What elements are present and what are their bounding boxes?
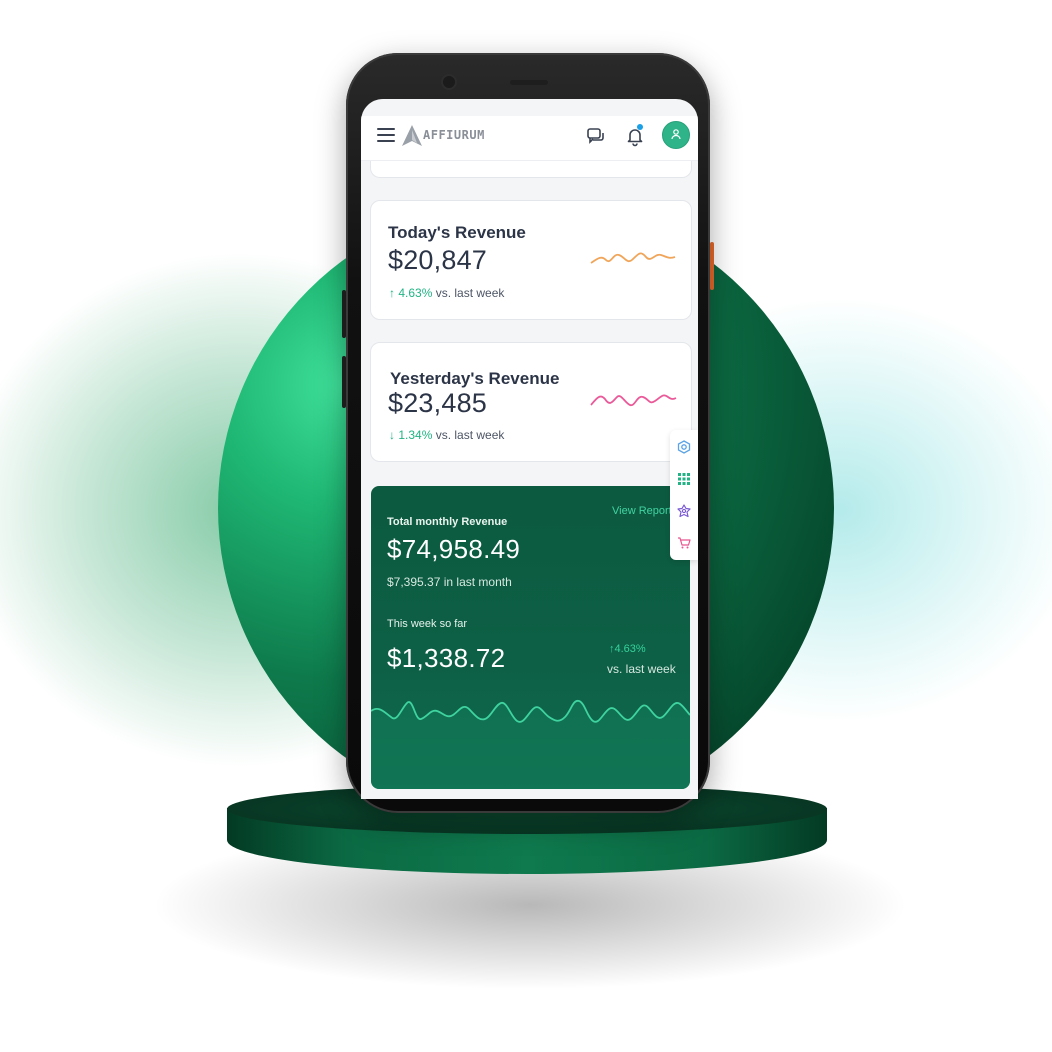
todays-revenue-compare: vs. last week xyxy=(432,286,505,300)
view-report-link[interactable]: View Report xyxy=(612,505,672,517)
apps-grid-icon[interactable] xyxy=(677,472,691,486)
yesterdays-revenue-title: Yesterday's Revenue xyxy=(390,369,560,388)
monthly-revenue-total: $74,958.49 xyxy=(387,534,521,564)
todays-revenue-card: Today's Revenue $20,847 ↑ 4.63% vs. last… xyxy=(370,200,692,320)
last-month-label: in last month xyxy=(440,575,512,589)
todays-revenue-title: Today's Revenue xyxy=(388,223,526,242)
last-month-value: $7,395.37 xyxy=(387,575,441,589)
todays-revenue-value: $20,847 xyxy=(388,245,487,275)
todays-revenue-change: ↑ 4.63% vs. last week xyxy=(389,286,504,300)
floating-toolbar xyxy=(670,430,698,560)
yesterdays-revenue-change: ↓ 1.34% vs. last week xyxy=(389,428,504,442)
front-camera xyxy=(443,76,455,88)
user-avatar[interactable] xyxy=(662,121,690,149)
logo-icon xyxy=(402,125,422,146)
phone-power-button xyxy=(710,242,714,290)
yesterdays-revenue-compare: vs. last week xyxy=(432,428,505,442)
week-compare-label: vs. last week xyxy=(607,662,676,676)
phone-screen: AFFIURUM Today's Revenue $20,847 ↑ 4.63%… xyxy=(361,99,698,799)
settings-icon[interactable] xyxy=(677,440,691,454)
week-change-percent: ↑4.63% xyxy=(609,643,646,655)
monthly-revenue-card: Total monthly Revenue View Report $74,95… xyxy=(371,486,690,789)
chat-icon[interactable] xyxy=(585,125,607,147)
yesterdays-revenue-sparkline xyxy=(590,394,677,407)
theme-icon[interactable] xyxy=(677,504,691,518)
yesterdays-revenue-card: Yesterday's Revenue $23,485 ↓ 1.34% vs. … xyxy=(370,342,692,462)
phone-speaker xyxy=(510,80,548,85)
todays-revenue-percent: 4.63% xyxy=(398,286,433,300)
cart-icon[interactable] xyxy=(677,536,691,550)
yesterdays-revenue-percent: 1.34% xyxy=(398,428,433,442)
arrow-up-icon: ↑ xyxy=(389,286,395,300)
week-percent-value: 4.63% xyxy=(614,643,646,655)
todays-revenue-sparkline xyxy=(590,252,676,264)
user-icon xyxy=(671,129,681,140)
arrow-down-icon: ↓ xyxy=(389,428,395,442)
week-so-far-value: $1,338.72 xyxy=(387,643,506,673)
monthly-revenue-title: Total monthly Revenue xyxy=(387,516,508,528)
menu-icon[interactable] xyxy=(377,128,395,142)
monthly-revenue-wave-chart xyxy=(371,699,690,789)
yesterdays-revenue-value: $23,485 xyxy=(388,388,487,418)
notification-badge xyxy=(637,124,643,130)
week-so-far-label: This week so far xyxy=(387,618,468,630)
last-month-revenue: $7,395.37 in last month xyxy=(387,575,512,589)
brand-logo: AFFIURUM xyxy=(423,128,485,142)
app-header: AFFIURUM xyxy=(361,116,698,161)
